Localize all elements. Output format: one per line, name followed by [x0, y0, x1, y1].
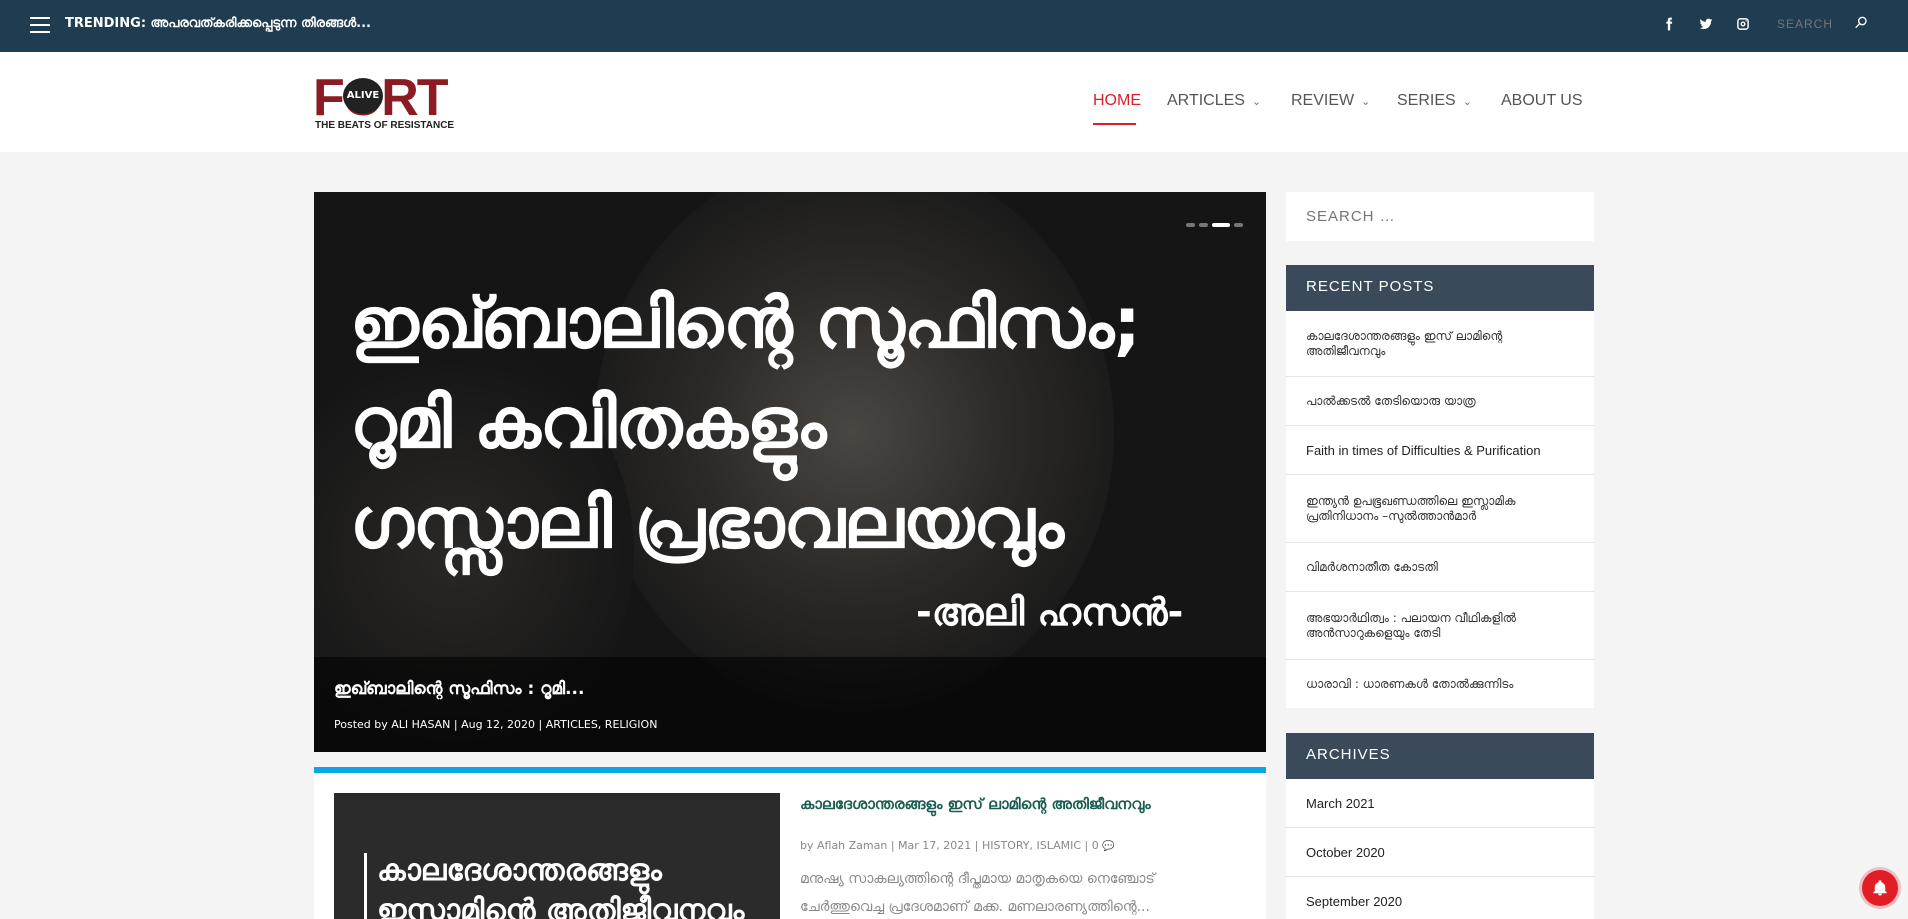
comment-icon[interactable]: 💬 [1102, 841, 1114, 852]
facebook-icon[interactable] [1660, 17, 1678, 35]
archive-item[interactable]: October 2020 [1286, 828, 1594, 877]
hero-post-title[interactable]: ഇഖ്ബാലിന്റെ സൂഫിസം : റൂമി... [334, 679, 584, 699]
instagram-icon[interactable] [1734, 17, 1752, 35]
search-icon[interactable] [1853, 15, 1869, 31]
recent-post-item[interactable]: വിമർശനാതീത കോടതി [1286, 543, 1594, 592]
logo-tagline: THE BEATS OF RESISTANCE [315, 120, 455, 131]
post-thumbnail[interactable]: കാലദേശാന്തരങ്ങളും ഇസ്ലാമിന്റെ അതിജീവനവും [334, 793, 780, 919]
thumbnail-bar [364, 853, 367, 919]
thumbnail-text: ഇസ്ലാമിന്റെ അതിജീവനവും [377, 893, 745, 919]
post-title[interactable]: കാലദേശാന്തരങ്ങളും ഇസ് ലാമിന്റെ അതിജീവനവു… [800, 795, 1151, 813]
archives-heading: ARCHIVES [1286, 733, 1594, 779]
archives-list: March 2021 October 2020 September 2020 [1286, 779, 1594, 919]
recent-posts-heading: RECENT POSTS [1286, 265, 1594, 311]
hero-headline-line: റൂമി കവിതകളും [350, 382, 826, 464]
slider-dot[interactable] [1186, 223, 1195, 227]
twitter-icon[interactable] [1697, 17, 1715, 35]
chevron-down-icon: ⌄ [1251, 96, 1262, 108]
logo-badge: ALIVE [343, 78, 383, 114]
nav-review[interactable]: REVIEW ⌄ [1291, 92, 1370, 110]
top-search-input[interactable] [1777, 17, 1857, 31]
post-meta: by Aflah Zaman | Mar 17, 2021 | HISTORY,… [800, 839, 1115, 852]
post-excerpt: മനുഷ്യ സാകല്യത്തിന്റെ ദീപ്തമായ മാതൃകയെ ന… [800, 871, 1155, 915]
nav-about-us[interactable]: ABOUT US [1501, 92, 1583, 110]
chevron-down-icon: ⌄ [1361, 96, 1371, 108]
bell-icon [1873, 880, 1887, 896]
hero-caption: ഇഖ്ബാലിന്റെ സൂഫിസം : റൂമി... Posted by A… [314, 657, 1266, 752]
trending-ticker[interactable]: TRENDING: അപരവത്കരിക്കപ്പെടുന്ന തിരങ്ങൾ.… [65, 16, 371, 31]
recent-post-item[interactable]: ഇന്ത്യൻ ഉപഭൂഖണ്ഡത്തിലെ ഇസ്ലാമിക പ്രതിനിധ… [1286, 475, 1594, 543]
nav-series[interactable]: SERIES ⌄ [1397, 92, 1472, 110]
nav-home[interactable]: HOME [1093, 92, 1141, 110]
hero-author-art: -അലി ഹസൻ- [916, 590, 1184, 634]
hero-headline-line: ഗസ്സാലി പ്രഭാവലയവും [350, 482, 1064, 564]
recent-post-item[interactable]: പാൽക്കടൽ തേടിയൊരു യാത്ര [1286, 377, 1594, 426]
sidebar-search-input[interactable] [1286, 192, 1594, 241]
post-meta-text: by Aflah Zaman | Mar 17, 2021 | HISTORY,… [800, 839, 1099, 852]
menu-icon[interactable] [30, 17, 50, 33]
recent-post-item[interactable]: അഭയാർഥിത്വം : പലായന വീഥികളിൽ അൻസാറുകളെയു… [1286, 592, 1594, 660]
hero-slider[interactable]: ഇഖ്ബാലിന്റെ സൂഫിസം; റൂമി കവിതകളും ഗസ്സാല… [314, 192, 1266, 752]
top-bar: TRENDING: അപരവത്കരിക്കപ്പെടുന്ന തിരങ്ങൾ.… [0, 0, 1908, 52]
active-nav-underline [1093, 123, 1136, 125]
recent-post-item[interactable]: കാലദേശാന്തരങ്ങളും ഇസ് ലാമിന്റെ അതിജീവനവു… [1286, 311, 1594, 377]
recent-post-item[interactable]: ധാരാവി : ധാരണകൾ തോൽക്കുന്നിടം [1286, 660, 1594, 708]
chevron-down-icon: ⌄ [1462, 96, 1472, 108]
recent-post-item[interactable]: Faith in times of Difficulties & Purific… [1286, 426, 1594, 475]
hero-headline-line: ഇഖ്ബാലിന്റെ സൂഫിസം; [350, 282, 1141, 364]
slider-dot[interactable] [1234, 223, 1243, 227]
slider-dot-active[interactable] [1212, 223, 1230, 227]
site-header: FORT ALIVE THE BEATS OF RESISTANCE HOME … [0, 52, 1908, 152]
slider-pagination[interactable] [1186, 212, 1247, 227]
hero-post-meta: Posted by ALI HASAN | Aug 12, 2020 | ART… [334, 718, 658, 731]
post-card: കാലദേശാന്തരങ്ങളും ഇസ്ലാമിന്റെ അതിജീവനവും… [314, 767, 1266, 919]
slider-dot[interactable] [1199, 223, 1208, 227]
archive-item[interactable]: September 2020 [1286, 877, 1594, 919]
archive-item[interactable]: March 2021 [1286, 779, 1594, 828]
thumbnail-text: കാലദേശാന്തരങ്ങളും [377, 853, 662, 888]
site-logo[interactable]: FORT ALIVE THE BEATS OF RESISTANCE [313, 72, 455, 134]
recent-posts-list: കാലദേശാന്തരങ്ങളും ഇസ് ലാമിന്റെ അതിജീവനവു… [1286, 311, 1594, 708]
notification-bell-button[interactable] [1862, 870, 1898, 906]
nav-articles[interactable]: ARTICLES ⌄ [1167, 92, 1261, 110]
